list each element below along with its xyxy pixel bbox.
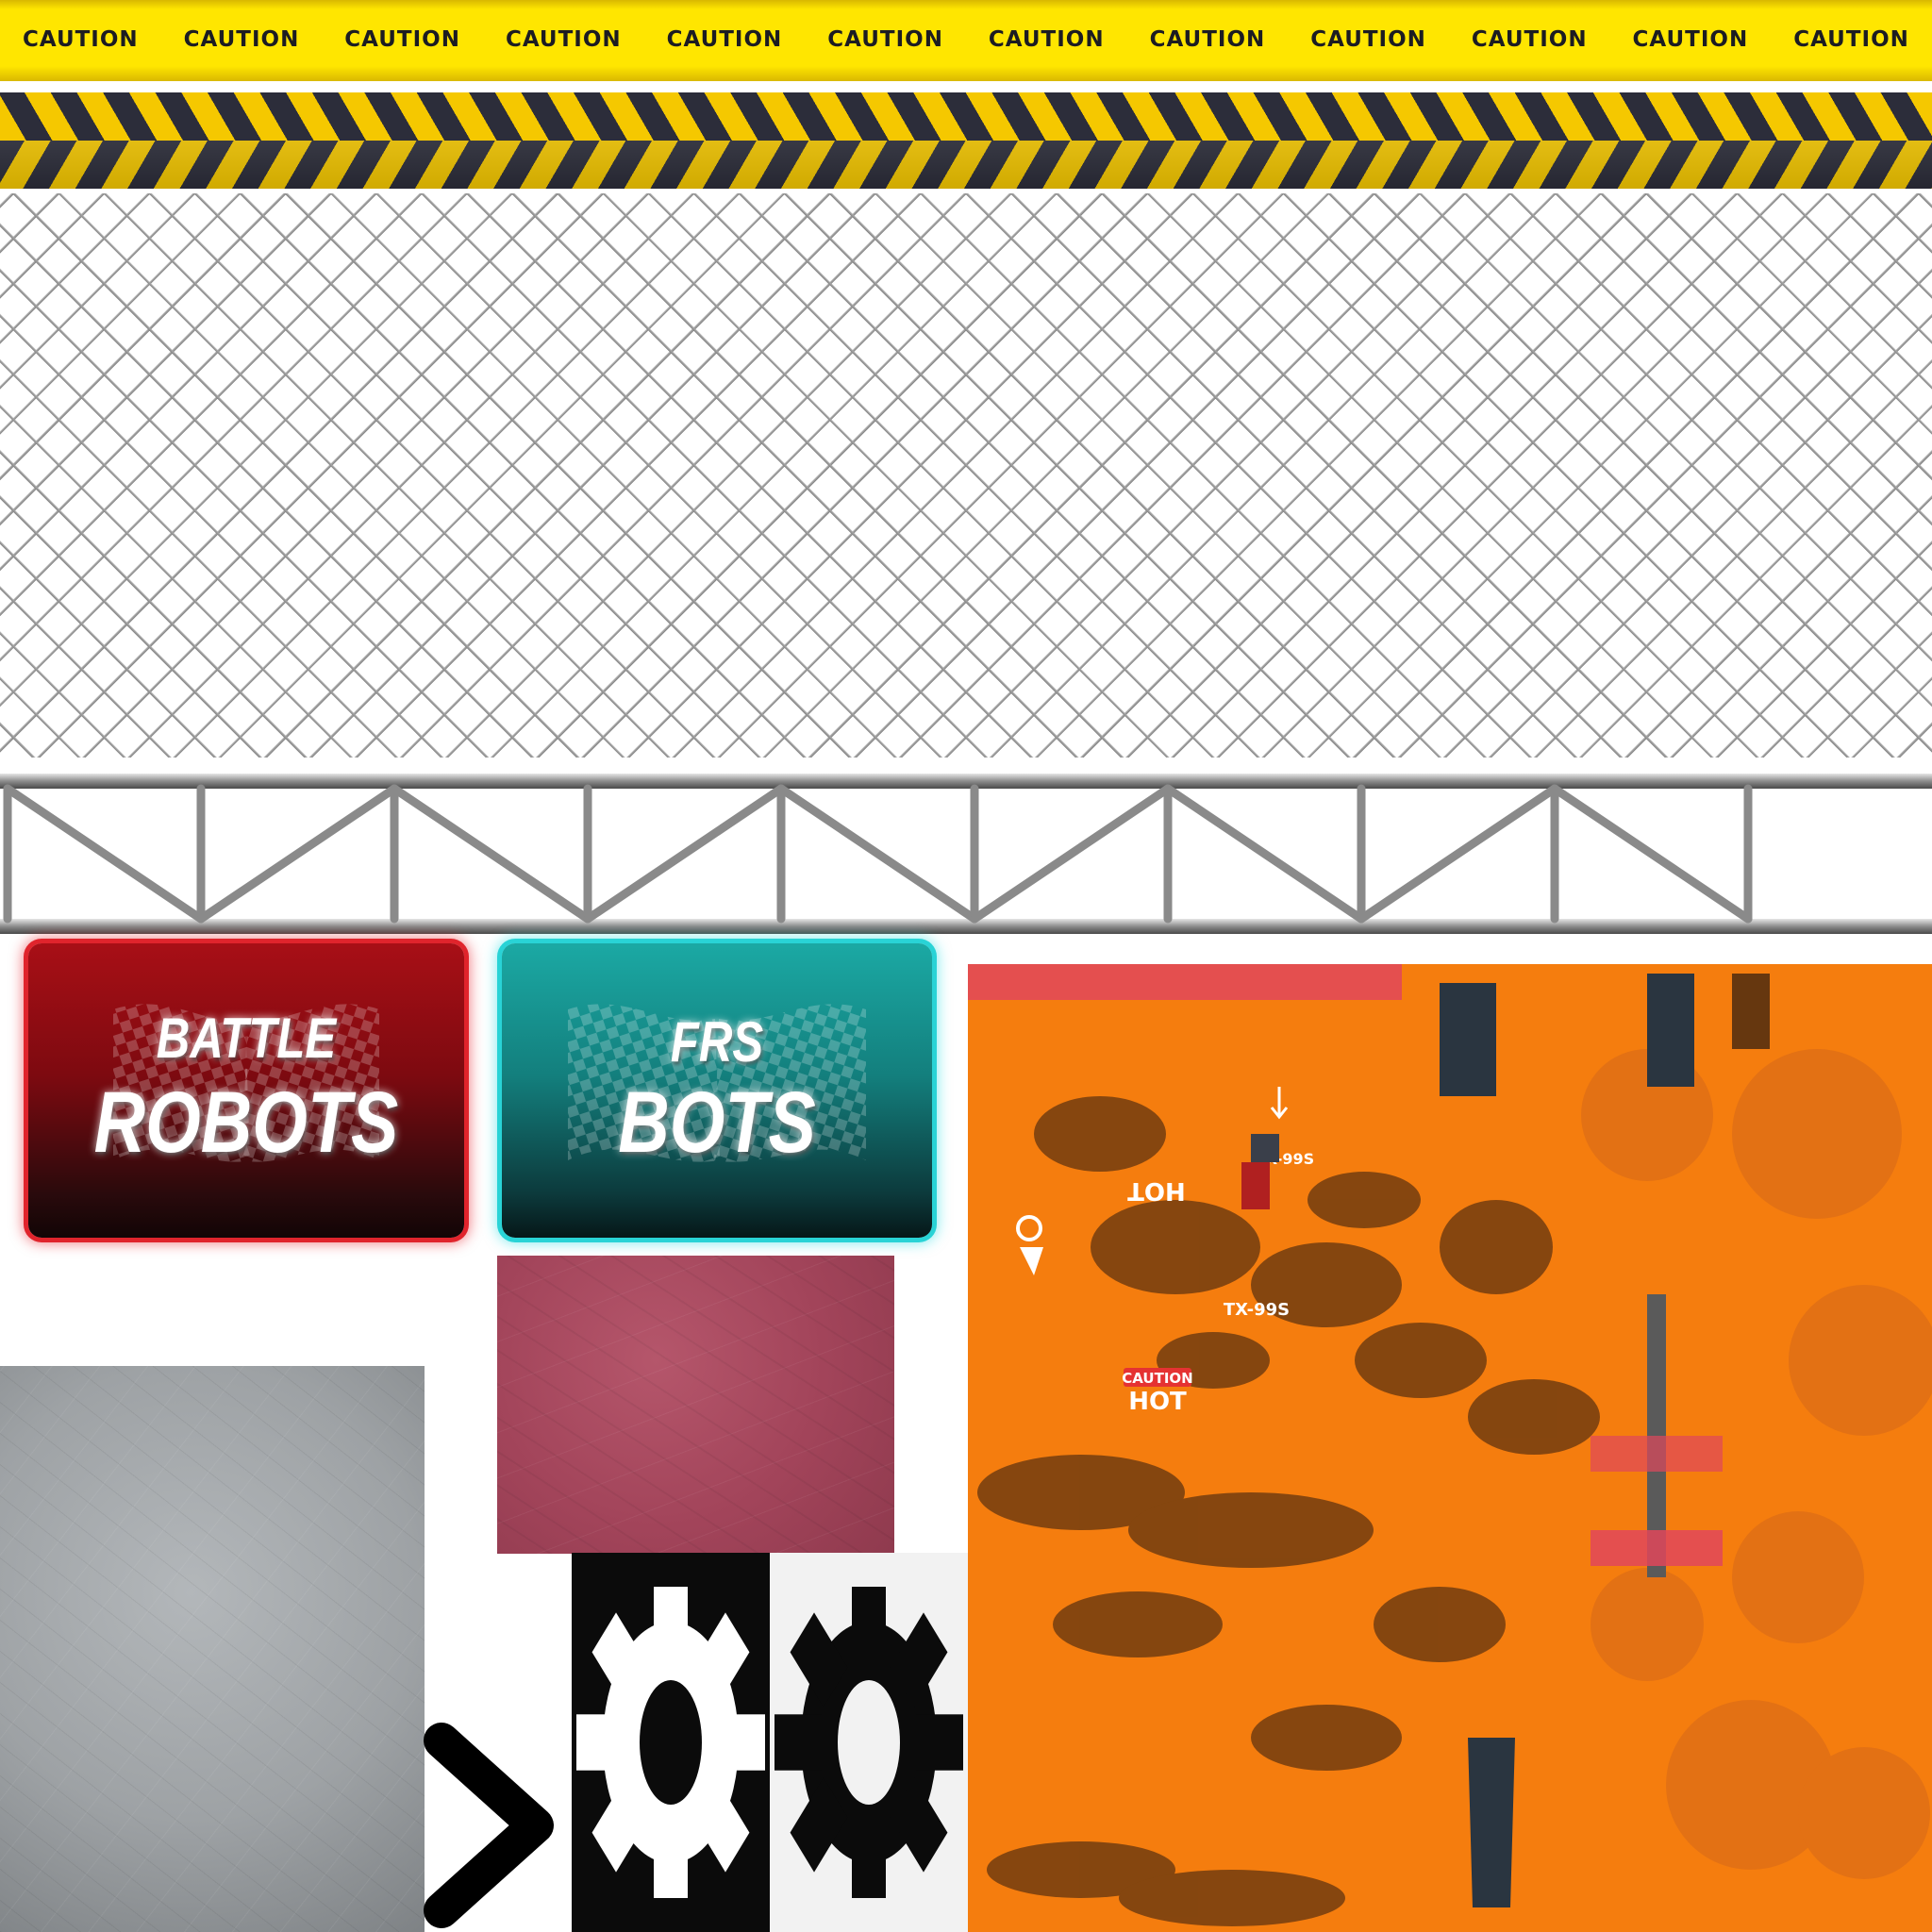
caution-tape: CAUTION CAUTION CAUTION CAUTION CAUTION … <box>0 0 1932 87</box>
decal-caution: CAUTION <box>1122 1370 1192 1387</box>
grey-metal-texture <box>0 1366 425 1932</box>
metal-truss <box>0 774 1932 934</box>
banner-title-line2: BOTS <box>618 1074 816 1171</box>
decal-hot: HOT <box>1128 1388 1187 1416</box>
caution-label: CAUTION <box>1471 27 1588 52</box>
banner-title-line1: FRS <box>670 1010 764 1074</box>
caution-label: CAUTION <box>827 27 943 52</box>
decal-serial: TX-99S <box>1224 1300 1290 1320</box>
chain-link-fence <box>0 193 1932 758</box>
caution-label: CAUTION <box>1632 27 1749 52</box>
caution-label: CAUTION <box>1149 27 1266 52</box>
caution-label: CAUTION <box>988 27 1105 52</box>
gear-tile-light <box>770 1553 968 1932</box>
caution-label: CAUTION <box>505 27 622 52</box>
chevron-right-icon <box>424 1723 554 1928</box>
caution-label: CAUTION <box>666 27 783 52</box>
decal-hot-flipped: HOT <box>1127 1176 1186 1205</box>
gear-icon <box>774 1587 963 1898</box>
battle-robots-banner: BATTLE ROBOTS <box>28 943 464 1238</box>
gear-tile-dark <box>572 1553 770 1932</box>
banner-title-line1: BATTLE <box>156 1007 337 1070</box>
pink-metal-texture <box>497 1256 894 1554</box>
gear-icon <box>576 1587 765 1898</box>
orange-texture-atlas: CAUTION HOT HOT TX-99S TX-99S <box>968 964 1932 1932</box>
caution-label: CAUTION <box>1793 27 1909 52</box>
caution-label: CAUTION <box>1310 27 1426 52</box>
caution-label: CAUTION <box>183 27 300 52</box>
hazard-stripe <box>0 92 1932 189</box>
frs-bots-banner: FRS BOTS <box>502 943 932 1238</box>
caution-label: CAUTION <box>344 27 460 52</box>
banner-title-line2: ROBOTS <box>93 1074 399 1171</box>
caution-label: CAUTION <box>22 27 139 52</box>
